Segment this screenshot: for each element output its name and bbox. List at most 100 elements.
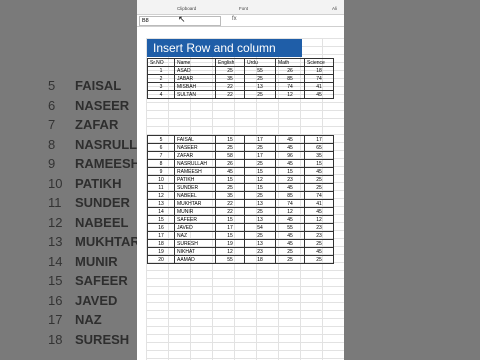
table-cell[interactable]: 55 xyxy=(215,255,245,264)
table-cell[interactable]: 9 xyxy=(147,167,175,176)
table-cell[interactable]: 17 xyxy=(304,135,334,144)
table-cell[interactable]: 25 xyxy=(275,255,305,264)
table-cell[interactable]: 35 xyxy=(304,151,334,160)
table-cell[interactable]: FAISAL xyxy=(174,135,216,144)
header-cell[interactable]: Math xyxy=(275,58,305,67)
table-cell[interactable]: 2 xyxy=(147,74,175,83)
table-cell[interactable]: 12 xyxy=(215,247,245,256)
table-cell[interactable]: 26 xyxy=(215,159,245,168)
table-cell[interactable]: MUNIR xyxy=(174,207,216,216)
table-cell[interactable]: 41 xyxy=(304,82,334,91)
table-cell[interactable]: 25 xyxy=(244,231,276,240)
table-cell[interactable]: 14 xyxy=(147,207,175,216)
table-cell[interactable]: 4 xyxy=(147,90,175,99)
table-cell[interactable]: 23 xyxy=(244,247,276,256)
table-cell[interactable]: 55 xyxy=(244,66,276,75)
table-cell[interactable]: NIKHAT xyxy=(174,247,216,256)
table-cell[interactable]: 19 xyxy=(215,239,245,248)
table-cell[interactable]: 8 xyxy=(147,159,175,168)
table-cell[interactable]: 17 xyxy=(244,135,276,144)
table-cell[interactable]: 26 xyxy=(275,66,305,75)
table-cell[interactable]: 13 xyxy=(147,199,175,208)
table-cell[interactable]: 74 xyxy=(304,191,334,200)
table-cell[interactable]: 6 xyxy=(147,143,175,152)
table-cell[interactable]: 23 xyxy=(304,231,334,240)
table-cell[interactable]: SAFEER xyxy=(174,215,216,224)
table-cell[interactable]: 74 xyxy=(275,199,305,208)
table-cell[interactable]: 15 xyxy=(275,167,305,176)
table-cell[interactable]: 1 xyxy=(147,66,175,75)
table-cell[interactable]: 45 xyxy=(304,167,334,176)
table-cell[interactable]: 13 xyxy=(244,215,276,224)
table-cell[interactable]: JABAR xyxy=(174,74,216,83)
table-cell[interactable]: NAZ xyxy=(174,231,216,240)
header-cell[interactable]: English xyxy=(215,58,245,67)
table-cell[interactable]: 23 xyxy=(275,175,305,184)
table-cell[interactable]: 20 xyxy=(147,255,175,264)
table-cell[interactable]: 41 xyxy=(304,199,334,208)
table-cell[interactable]: 45 xyxy=(304,207,334,216)
table-cell[interactable]: ASAD xyxy=(174,66,216,75)
table-cell[interactable]: PATIKH xyxy=(174,175,216,184)
table-cell[interactable]: 12 xyxy=(147,191,175,200)
table-cell[interactable]: 17 xyxy=(215,223,245,232)
header-cell[interactable]: Name xyxy=(174,58,216,67)
table-cell[interactable]: 16 xyxy=(147,223,175,232)
table-cell[interactable]: 25 xyxy=(215,183,245,192)
header-cell[interactable]: Urdu xyxy=(244,58,276,67)
table-cell[interactable]: 35 xyxy=(215,191,245,200)
table-cell[interactable]: 96 xyxy=(275,151,305,160)
table-cell[interactable]: 12 xyxy=(244,175,276,184)
table-cell[interactable]: 3 xyxy=(147,82,175,91)
table-cell[interactable]: 15 xyxy=(244,183,276,192)
table-cell[interactable]: 58 xyxy=(215,151,245,160)
table-cell[interactable]: 15 xyxy=(215,175,245,184)
table-cell[interactable]: 7 xyxy=(147,151,175,160)
table-cell[interactable]: 25 xyxy=(215,143,245,152)
table-cell[interactable]: 18 xyxy=(147,239,175,248)
table-cell[interactable]: SUNDER xyxy=(174,183,216,192)
table-cell[interactable]: RAMEESH xyxy=(174,167,216,176)
table-cell[interactable]: 45 xyxy=(275,159,305,168)
table-cell[interactable]: 45 xyxy=(275,183,305,192)
table-cell[interactable]: 17 xyxy=(147,231,175,240)
table-cell[interactable]: 65 xyxy=(304,143,334,152)
table-cell[interactable]: 25 xyxy=(244,207,276,216)
table-cell[interactable]: 25 xyxy=(304,239,334,248)
table-cell[interactable]: 13 xyxy=(244,199,276,208)
table-cell[interactable]: 15 xyxy=(304,159,334,168)
table-cell[interactable]: 45 xyxy=(275,143,305,152)
table-cell[interactable]: 13 xyxy=(244,82,276,91)
header-cell[interactable]: Science xyxy=(304,58,334,67)
table-cell[interactable]: 25 xyxy=(244,90,276,99)
table-cell[interactable]: 25 xyxy=(215,66,245,75)
fx-icon[interactable]: fx xyxy=(232,16,237,22)
table-cell[interactable]: 74 xyxy=(304,74,334,83)
table-cell[interactable]: 25 xyxy=(275,247,305,256)
table-cell[interactable]: 25 xyxy=(304,183,334,192)
table-cell[interactable]: 18 xyxy=(304,66,334,75)
table-cell[interactable]: 13 xyxy=(244,239,276,248)
table-cell[interactable]: 15 xyxy=(215,231,245,240)
table-cell[interactable]: 45 xyxy=(275,231,305,240)
table-cell[interactable]: 11 xyxy=(147,183,175,192)
table-cell[interactable]: 85 xyxy=(275,74,305,83)
table-cell[interactable]: 22 xyxy=(215,207,245,216)
table-cell[interactable]: NASRULLAH xyxy=(174,159,216,168)
table-cell[interactable]: 25 xyxy=(244,74,276,83)
table-cell[interactable]: 54 xyxy=(244,223,276,232)
table-cell[interactable]: 25 xyxy=(244,143,276,152)
table-cell[interactable]: 19 xyxy=(147,247,175,256)
table-cell[interactable]: SULTAN xyxy=(174,90,216,99)
table-cell[interactable]: 55 xyxy=(275,223,305,232)
table-cell[interactable]: 45 xyxy=(275,239,305,248)
table-cell[interactable]: 23 xyxy=(304,223,334,232)
table-cell[interactable]: 45 xyxy=(275,135,305,144)
table-cell[interactable]: 17 xyxy=(244,151,276,160)
table-cell[interactable]: 35 xyxy=(215,74,245,83)
table-cell[interactable]: NASEER xyxy=(174,143,216,152)
table-cell[interactable]: 25 xyxy=(304,255,334,264)
table-cell[interactable]: 12 xyxy=(304,215,334,224)
table-cell[interactable]: JAVED xyxy=(174,223,216,232)
table-cell[interactable]: 25 xyxy=(244,159,276,168)
